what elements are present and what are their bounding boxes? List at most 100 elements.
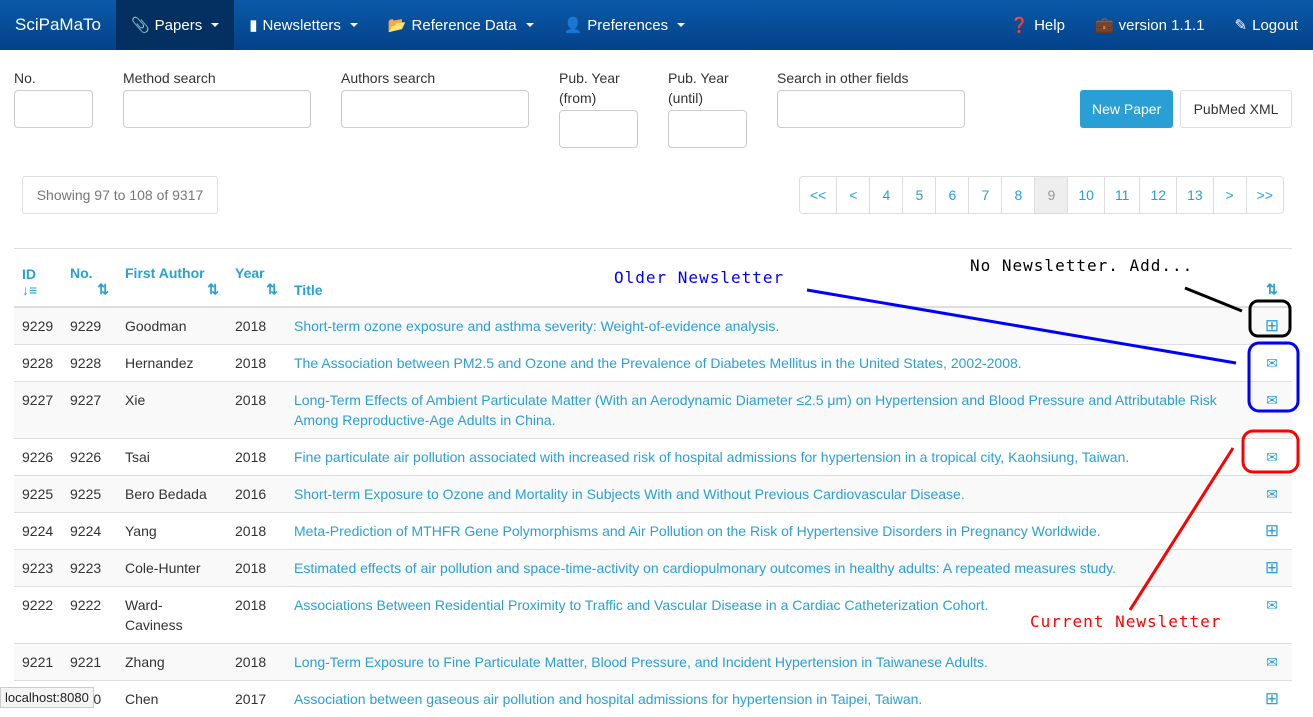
- paper-title-link[interactable]: Estimated effects of air pollution and s…: [286, 548, 1252, 586]
- cell-author: Chen: [117, 679, 227, 717]
- no-filter: No.: [14, 68, 93, 128]
- nav-logout[interactable]: ✎ Logout: [1220, 0, 1313, 50]
- nav-label: Newsletters: [262, 16, 341, 34]
- table-row[interactable]: 9221 9221 Zhang 2018 Long-Term Exposure to F…: [14, 642, 1292, 680]
- nav-label: Help: [1034, 16, 1065, 34]
- pubmed-xml-button[interactable]: PubMed XML: [1180, 90, 1292, 128]
- table-row[interactable]: 9226 9226 Tsai 2018 Fine particulate air pol…: [14, 437, 1292, 475]
- table-row[interactable]: 9229 9229 Goodman 2018 Short-term ozone expo…: [14, 306, 1292, 344]
- plus-square-icon: ⊞: [1264, 520, 1280, 540]
- envelope-icon: ✉: [1266, 653, 1278, 670]
- paper-title-link[interactable]: Fine particulate air pollution associate…: [286, 437, 1252, 475]
- cell-no: 9224: [62, 511, 117, 549]
- page-link[interactable]: 7: [968, 177, 1001, 213]
- cell-year: 2018: [227, 642, 286, 680]
- table-row[interactable]: 9225 9225 Bero Bedada 2016 Short-term Exposu…: [14, 474, 1292, 512]
- page-link[interactable]: <: [836, 177, 869, 213]
- newsletter-action[interactable]: ⊞: [1252, 679, 1292, 717]
- page-link[interactable]: 6: [935, 177, 968, 213]
- paper-title-link[interactable]: Short-term ozone exposure and asthma sev…: [286, 306, 1252, 344]
- table-row[interactable]: 9228 9228 Hernandez 2018 The Association bet…: [14, 343, 1292, 381]
- cell-no: 9228: [62, 343, 117, 381]
- method-search-input[interactable]: [123, 90, 311, 128]
- newsletter-action[interactable]: ✉: [1252, 380, 1292, 438]
- header-label: ID: [22, 265, 36, 282]
- nav-version[interactable]: 💼 version 1.1.1: [1080, 0, 1220, 50]
- label: No.: [14, 70, 36, 86]
- cell-author: Bero Bedada: [117, 474, 227, 512]
- cell-id: 9228: [14, 343, 62, 381]
- table-row[interactable]: 92209220Chen2017Association between gase…: [14, 679, 1292, 717]
- newsletter-action[interactable]: ✉: [1252, 474, 1292, 512]
- nav-papers[interactable]: 📎 Papers: [115, 0, 235, 50]
- envelope-icon: ✉: [1266, 354, 1278, 371]
- col-newsletter[interactable]: ⇅: [1252, 248, 1292, 308]
- page-link[interactable]: 5: [902, 177, 935, 213]
- page-link[interactable]: 9: [1034, 177, 1068, 213]
- newsletter-action[interactable]: ✉: [1252, 437, 1292, 475]
- newsletter-action[interactable]: ⊞: [1252, 306, 1292, 344]
- page-link[interactable]: 13: [1176, 177, 1213, 213]
- year-from-input[interactable]: [559, 110, 638, 148]
- col-no[interactable]: No. ⇅: [62, 248, 117, 308]
- cell-id: 9221: [14, 642, 62, 680]
- table-row[interactable]: 9223 9223 Cole-Hunter 2018 Estimated effects…: [14, 548, 1292, 586]
- page-link[interactable]: 4: [869, 177, 902, 213]
- nav-newsletters[interactable]: ▮ Newsletters: [234, 0, 373, 50]
- nav-reference-data[interactable]: 📂 Reference Data: [373, 0, 549, 50]
- cell-id: 9226: [14, 437, 62, 475]
- other-fields-input[interactable]: [777, 90, 965, 128]
- cell-id: 9227: [14, 380, 62, 438]
- nav-help[interactable]: ❓ Help: [995, 0, 1080, 50]
- cell-year: 2018: [227, 437, 286, 475]
- cell-author: Yang: [117, 511, 227, 549]
- page-link[interactable]: <<: [800, 177, 836, 213]
- nav-label: Logout: [1252, 16, 1298, 34]
- cell-author: Goodman: [117, 306, 227, 344]
- col-year[interactable]: Year ⇅: [227, 248, 286, 308]
- header-label: First Author: [125, 264, 205, 281]
- cell-author: Hernandez: [117, 343, 227, 381]
- year-until-input[interactable]: [668, 110, 747, 148]
- page-link[interactable]: 11: [1103, 177, 1140, 213]
- authors-search-input[interactable]: [341, 90, 529, 128]
- page-link[interactable]: >>: [1245, 177, 1283, 213]
- newsletter-action[interactable]: ⊞: [1252, 511, 1292, 549]
- page-link[interactable]: 10: [1067, 177, 1104, 213]
- sort-icon: ⇅: [1266, 280, 1278, 297]
- table-row[interactable]: 9224 9224 Yang 2018 Meta-Prediction of MTHFR…: [14, 511, 1292, 549]
- col-id[interactable]: ID ↓≡: [14, 248, 62, 308]
- page-link[interactable]: 8: [1001, 177, 1034, 213]
- new-paper-button[interactable]: New Paper: [1080, 90, 1174, 128]
- cell-author: Ward-Caviness: [117, 585, 227, 643]
- cell-no: 9229: [62, 306, 117, 344]
- paper-title-link[interactable]: The Association between PM2.5 and Ozone …: [286, 343, 1252, 381]
- nav-preferences[interactable]: 👤 Preferences: [549, 0, 701, 50]
- paper-title-link[interactable]: Short-term Exposure to Ozone and Mortali…: [286, 474, 1252, 512]
- paper-title-link[interactable]: Association between gaseous air pollutio…: [286, 679, 1252, 717]
- label: Pub. Year (from): [559, 70, 620, 106]
- col-author[interactable]: First Author ⇅: [117, 248, 227, 308]
- paper-title-link[interactable]: Long-Term Effects of Ambient Particulate…: [286, 380, 1252, 438]
- no-input[interactable]: [14, 90, 93, 128]
- label: Pub. Year (until): [668, 70, 729, 106]
- status-bar: localhost:8080: [0, 687, 94, 708]
- nav-label: version 1.1.1: [1118, 16, 1205, 34]
- plus-square-icon: ⊞: [1264, 315, 1280, 335]
- table-row[interactable]: 9227 9227 Xie 2018 Long-Term Effects of Ambi…: [14, 380, 1292, 438]
- cell-year: 2018: [227, 306, 286, 344]
- page-link[interactable]: >: [1212, 177, 1246, 213]
- paper-title-link[interactable]: Meta-Prediction of MTHFR Gene Polymorphi…: [286, 511, 1252, 549]
- newsletter-action[interactable]: ✉: [1252, 642, 1292, 680]
- brand[interactable]: SciPaMaTo: [0, 15, 116, 35]
- newsletter-action[interactable]: ⊞: [1252, 548, 1292, 586]
- page-link[interactable]: 12: [1139, 177, 1176, 213]
- paper-title-link[interactable]: Long-Term Exposure to Fine Particulate M…: [286, 642, 1252, 680]
- newsletter-action[interactable]: ✉: [1252, 585, 1292, 643]
- papers-table: ID ↓≡ No. ⇅ First Author ⇅ Year ⇅ Title ⇅ 9…: [14, 248, 1292, 717]
- envelope-icon: ✉: [1266, 391, 1278, 408]
- cell-no: 9222: [62, 585, 117, 643]
- plus-square-icon: ⊞: [1264, 688, 1280, 708]
- user-icon: 👤: [563, 17, 583, 34]
- newsletter-action[interactable]: ✉: [1252, 343, 1292, 381]
